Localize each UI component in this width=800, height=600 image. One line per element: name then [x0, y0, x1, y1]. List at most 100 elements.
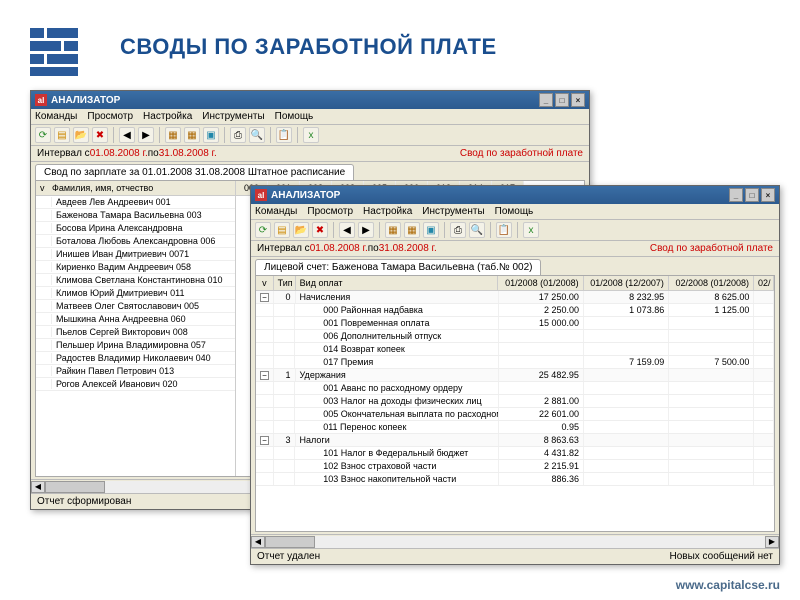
tool3-icon[interactable]: ▣	[423, 222, 439, 238]
employee-row[interactable]: Радостев Владимир Николаевич 040	[36, 352, 235, 365]
employee-row[interactable]: Пьелов Сергей Викторович 008	[36, 326, 235, 339]
data-row[interactable]: 011 Перенос копеек0.95	[256, 421, 774, 434]
delete-icon[interactable]: ✖	[312, 222, 328, 238]
close-button[interactable]: ×	[761, 188, 775, 202]
next-icon[interactable]: ▶	[358, 222, 374, 238]
data-row[interactable]: 005 Окончательная выплата по расходному …	[256, 408, 774, 421]
employee-row[interactable]: Боталова Любовь Александровна 006	[36, 235, 235, 248]
preview-icon[interactable]: 🔍	[249, 127, 265, 143]
col-period3-header[interactable]: 02/2008 (01/2008)	[669, 276, 754, 290]
selector-header[interactable]: v	[36, 181, 48, 196]
open-icon[interactable]: 📂	[293, 222, 309, 238]
scroll-left-icon[interactable]: ◀	[251, 536, 265, 548]
new-icon[interactable]: ▤	[274, 222, 290, 238]
refresh-icon[interactable]: ⟳	[255, 222, 271, 238]
data-row[interactable]: 103 Взнос накопительной части886.36	[256, 473, 774, 486]
tool1-icon[interactable]: ▦	[385, 222, 401, 238]
cell-value: 15 000.00	[499, 317, 584, 329]
data-row[interactable]: 102 Взнос страховой части2 215.91	[256, 460, 774, 473]
employee-row[interactable]: Инишев Иван Дмитриевич 0071	[36, 248, 235, 261]
employee-row[interactable]: Кириенко Вадим Андреевич 058	[36, 261, 235, 274]
employee-row[interactable]: Мышкина Анна Андреевна 060	[36, 313, 235, 326]
tab-summary[interactable]: Свод по зарплате за 01.01.2008 31.08.200…	[35, 164, 354, 180]
print-icon[interactable]: ⎙	[230, 127, 246, 143]
data-row[interactable]: 000 Районная надбавка2 250.001 073.861 1…	[256, 304, 774, 317]
maximize-button[interactable]: □	[555, 93, 569, 107]
data-row[interactable]: 014 Возврат копеек	[256, 343, 774, 356]
col-expander[interactable]: v	[256, 276, 274, 290]
employee-row[interactable]: Матвеев Олег Святославович 005	[36, 300, 235, 313]
close-button[interactable]: ×	[571, 93, 585, 107]
export-excel-icon[interactable]: x	[303, 127, 319, 143]
col-fio-header[interactable]: Фамилия, имя, отчество	[48, 181, 235, 196]
employee-row[interactable]: Райкин Павел Петрович 013	[36, 365, 235, 378]
employee-row[interactable]: Рогов Алексей Иванович 020	[36, 378, 235, 391]
group-row[interactable]: −1Удержания25 482.95	[256, 369, 774, 382]
titlebar[interactable]: al АНАЛИЗАТОР _ □ ×	[251, 186, 779, 204]
maximize-button[interactable]: □	[745, 188, 759, 202]
copy-icon[interactable]: 📋	[276, 127, 292, 143]
data-row[interactable]: 001 Повременная оплата15 000.00	[256, 317, 774, 330]
tool3-icon[interactable]: ▣	[203, 127, 219, 143]
expand-icon[interactable]: −	[260, 436, 269, 445]
col-type-header[interactable]: Тип	[274, 276, 296, 290]
print-icon[interactable]: ⎙	[450, 222, 466, 238]
scroll-right-icon[interactable]: ▶	[765, 536, 779, 548]
delete-icon[interactable]: ✖	[92, 127, 108, 143]
data-row[interactable]: 006 Дополнительный отпуск	[256, 330, 774, 343]
menu-settings[interactable]: Настройка	[363, 206, 412, 217]
new-icon[interactable]: ▤	[54, 127, 70, 143]
interval-to[interactable]: 31.08.2008 г.	[379, 243, 437, 254]
menu-tools[interactable]: Инструменты	[422, 206, 484, 217]
prev-icon[interactable]: ◀	[339, 222, 355, 238]
data-row[interactable]: 001 Аванс по расходному ордеру	[256, 382, 774, 395]
interval-from[interactable]: 01.08.2008 г.	[310, 243, 368, 254]
col-period4-header[interactable]: 02/	[754, 276, 774, 290]
employee-row[interactable]: Климов Юрий Дмитриевич 011	[36, 287, 235, 300]
menu-view[interactable]: Просмотр	[307, 206, 353, 217]
interval-from[interactable]: 01.08.2008 г.	[90, 148, 148, 159]
minimize-button[interactable]: _	[729, 188, 743, 202]
group-row[interactable]: −0Начисления17 250.008 232.958 625.00	[256, 291, 774, 304]
status-left: Отчет удален	[257, 551, 320, 562]
employee-row[interactable]: Пельшер Ирина Владимировна 057	[36, 339, 235, 352]
preview-icon[interactable]: 🔍	[469, 222, 485, 238]
next-icon[interactable]: ▶	[138, 127, 154, 143]
expand-icon[interactable]: −	[260, 293, 269, 302]
open-icon[interactable]: 📂	[73, 127, 89, 143]
menu-help[interactable]: Помощь	[495, 206, 534, 217]
menu-view[interactable]: Просмотр	[87, 111, 133, 122]
col-period1-header[interactable]: 01/2008 (01/2008)	[498, 276, 583, 290]
company-logo-icon	[30, 28, 78, 76]
tool2-icon[interactable]: ▦	[404, 222, 420, 238]
export-excel-icon[interactable]: x	[523, 222, 539, 238]
data-row[interactable]: 017 Премия7 159.097 500.00	[256, 356, 774, 369]
employee-row[interactable]: Баженова Тамара Васильевна 003	[36, 209, 235, 222]
employee-row[interactable]: Климова Светлана Константиновна 010	[36, 274, 235, 287]
expand-icon[interactable]: −	[260, 371, 269, 380]
scroll-left-icon[interactable]: ◀	[31, 481, 45, 493]
menu-settings[interactable]: Настройка	[143, 111, 192, 122]
employee-row[interactable]: Босова Ирина Александровна	[36, 222, 235, 235]
menu-help[interactable]: Помощь	[275, 111, 314, 122]
cell-value	[584, 330, 669, 342]
data-row[interactable]: 003 Налог на доходы физических лиц2 881.…	[256, 395, 774, 408]
group-row[interactable]: −3Налоги8 863.63	[256, 434, 774, 447]
tab-account[interactable]: Лицевой счет: Баженова Тамара Васильевна…	[255, 259, 541, 275]
prev-icon[interactable]: ◀	[119, 127, 135, 143]
scrollbar-horizontal[interactable]: ◀ ▶	[251, 534, 779, 548]
minimize-button[interactable]: _	[539, 93, 553, 107]
employee-row[interactable]: Авдеев Лев Андреевич 001	[36, 196, 235, 209]
menu-commands[interactable]: Команды	[35, 111, 77, 122]
menu-tools[interactable]: Инструменты	[202, 111, 264, 122]
data-row[interactable]: 101 Налог в Федеральный бюджет4 431.82	[256, 447, 774, 460]
interval-to[interactable]: 31.08.2008 г.	[159, 148, 217, 159]
col-period2-header[interactable]: 01/2008 (12/2007)	[584, 276, 669, 290]
refresh-icon[interactable]: ⟳	[35, 127, 51, 143]
menu-commands[interactable]: Команды	[255, 206, 297, 217]
titlebar[interactable]: al АНАЛИЗАТОР _ □ ×	[31, 91, 589, 109]
col-name-header[interactable]: Вид оплат	[296, 276, 499, 290]
tool1-icon[interactable]: ▦	[165, 127, 181, 143]
tool2-icon[interactable]: ▦	[184, 127, 200, 143]
copy-icon[interactable]: 📋	[496, 222, 512, 238]
